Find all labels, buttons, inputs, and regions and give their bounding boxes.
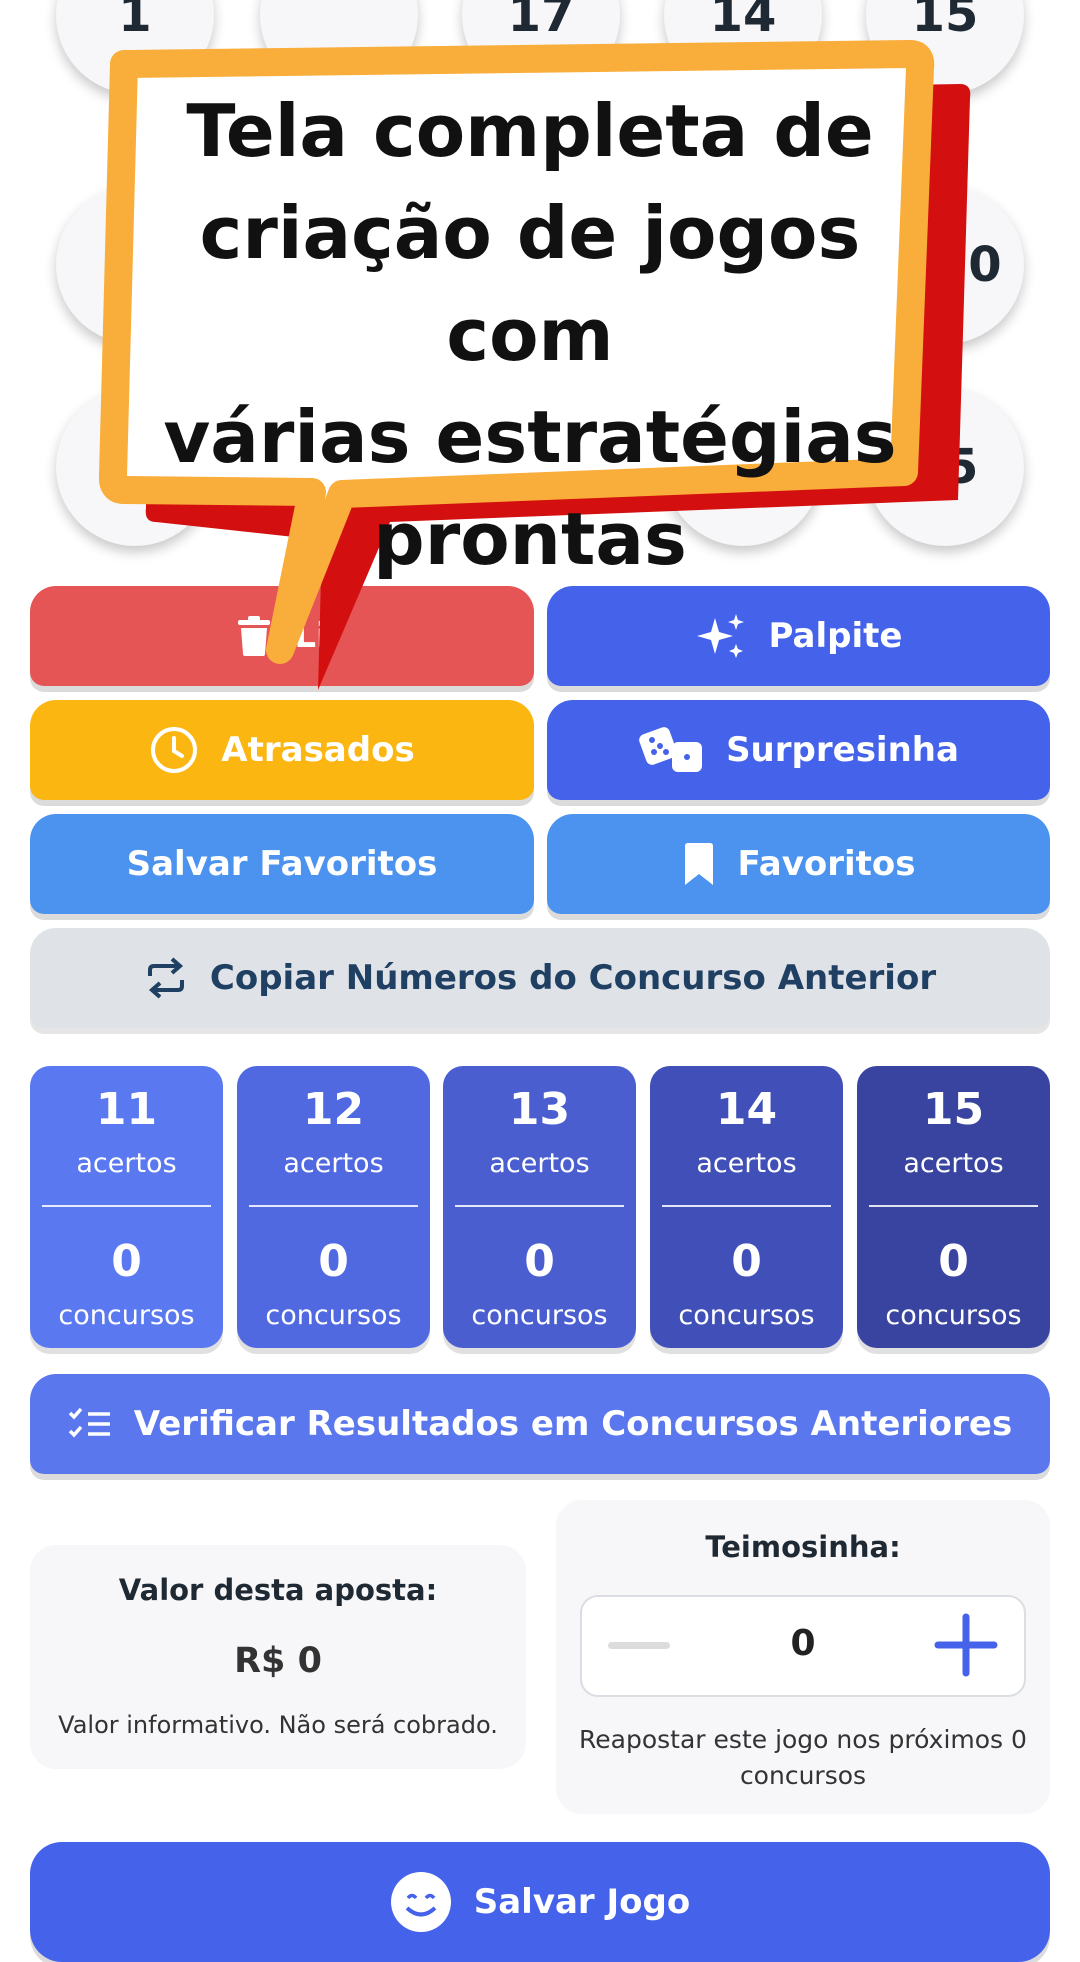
- stat-label: acertos: [283, 1148, 384, 1179]
- callout-line: prontas: [373, 497, 687, 581]
- stat-divider: [249, 1205, 418, 1207]
- stat-divider: [42, 1205, 211, 1207]
- stat-unit: concursos: [471, 1300, 608, 1331]
- bet-value-amount: R$ 0: [234, 1641, 322, 1681]
- increment-button[interactable]: [934, 1613, 998, 1677]
- teimosinha-note: Reapostar este jogo nos próximos 0 concu…: [579, 1725, 1027, 1790]
- stat-number: 13: [508, 1084, 571, 1135]
- checklist-icon: [68, 1407, 110, 1438]
- stat-label: acertos: [76, 1148, 177, 1179]
- stat-number: 15: [922, 1084, 985, 1135]
- stat-divider: [869, 1205, 1038, 1207]
- verificar-resultados-button[interactable]: Verificar Resultados em Concursos Anteri…: [30, 1374, 1050, 1474]
- bet-value-card: Valor desta aposta: R$ 0 Valor informati…: [30, 1545, 526, 1769]
- callout-line: criação de jogos com: [199, 191, 861, 377]
- stat-value: 0: [524, 1236, 555, 1287]
- verificar-label: Verificar Resultados em Concursos Anteri…: [133, 1404, 1013, 1444]
- stat-card-13: 13 acertos 0 concursos: [443, 1066, 636, 1348]
- stat-card-12: 12 acertos 0 concursos: [237, 1066, 430, 1348]
- teimosinha-title: Teimosinha:: [705, 1530, 901, 1564]
- stat-value: 0: [318, 1236, 349, 1287]
- stat-unit: concursos: [678, 1300, 815, 1331]
- stat-divider: [455, 1205, 624, 1207]
- salvar-jogo-button[interactable]: Salvar Jogo: [30, 1842, 1050, 1962]
- stat-card-14: 14 acertos 0 concursos: [650, 1066, 843, 1348]
- stat-value: 0: [731, 1236, 762, 1287]
- copiar-numeros-button[interactable]: Copiar Números do Concurso Anterior: [30, 928, 1050, 1028]
- copiar-label: Copiar Números do Concurso Anterior: [209, 958, 937, 998]
- salvar-favoritos-label: Salvar Favoritos: [126, 844, 438, 884]
- stat-unit: concursos: [265, 1300, 402, 1331]
- stat-value: 0: [938, 1236, 969, 1287]
- salvar-favoritos-button[interactable]: Salvar Favoritos: [30, 814, 534, 914]
- dice-icon: [639, 727, 703, 772]
- stat-label: acertos: [903, 1148, 1004, 1179]
- stat-label: acertos: [489, 1148, 590, 1179]
- stat-unit: concursos: [885, 1300, 1022, 1331]
- bet-value-title: Valor desta aposta:: [118, 1573, 438, 1607]
- stat-number: 12: [302, 1084, 365, 1135]
- stat-unit: concursos: [58, 1300, 195, 1331]
- callout-line: Tela completa de: [186, 89, 874, 173]
- callout-text: Tela completa de criação de jogos com vá…: [140, 80, 920, 590]
- teimosinha-stepper: 0: [580, 1595, 1026, 1697]
- atrasados-label: Atrasados: [221, 730, 415, 770]
- stat-divider: [662, 1205, 831, 1207]
- stat-label: acertos: [696, 1148, 797, 1179]
- salvar-jogo-label: Salvar Jogo: [473, 1882, 691, 1922]
- stat-card-15: 15 acertos 0 concursos: [857, 1066, 1050, 1348]
- stat-value: 0: [111, 1236, 142, 1287]
- favoritos-button[interactable]: Favoritos: [547, 814, 1050, 914]
- plus-icon: [934, 1613, 998, 1677]
- bet-value-note: Valor informativo. Não será cobrado.: [58, 1711, 498, 1739]
- favoritos-label: Favoritos: [737, 844, 916, 884]
- repeat-icon: [147, 957, 184, 999]
- teimosinha-card: Teimosinha: 0 Reapostar este jogo nos pr…: [556, 1500, 1050, 1814]
- surpresinha-label: Surpresinha: [726, 730, 959, 770]
- stat-card-11: 11 acertos 0 concursos: [30, 1066, 223, 1348]
- clock-icon: [151, 727, 198, 773]
- callout-line: várias estratégias: [163, 395, 897, 479]
- smile-icon: [390, 1872, 451, 1932]
- stat-number: 11: [95, 1084, 158, 1135]
- stat-number: 14: [715, 1084, 778, 1135]
- bookmark-icon: [684, 843, 713, 885]
